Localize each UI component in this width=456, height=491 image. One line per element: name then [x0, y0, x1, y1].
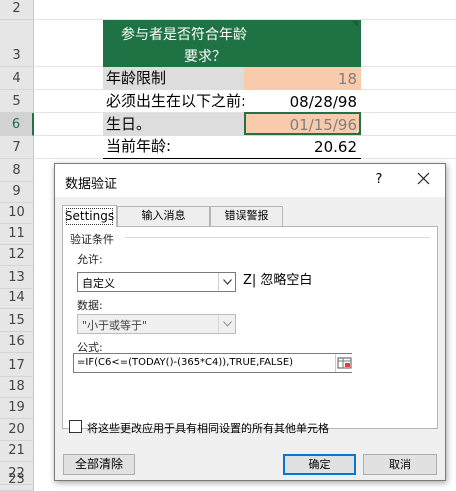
active-cell-selection[interactable] [244, 112, 361, 135]
title-cell[interactable]: 参与者是否符合年龄 要求？ [103, 20, 361, 67]
row-header[interactable]: 20 [0, 419, 34, 441]
ignore-blank-checkbox[interactable]: Z| 忽略空白 [243, 269, 312, 288]
formula-input[interactable]: =IF(C6<=(TODAY()-(365*C4)),TRUE,FALSE) [73, 353, 352, 373]
age-limit-value-cell[interactable]: 18 [244, 67, 361, 90]
chevron-down-icon [223, 279, 232, 285]
current-age-label-cell[interactable]: 当前年龄: [103, 136, 244, 159]
help-button[interactable]: ? [371, 172, 387, 187]
error-indicator [352, 21, 358, 27]
born-before-value-cell[interactable]: 08/28/98 [244, 90, 361, 113]
title-line-2: 要求？ [184, 49, 226, 65]
validation-criteria-label: 验证条件 [70, 233, 114, 246]
focus-ring [66, 208, 113, 225]
row-header[interactable]: 5 [0, 90, 34, 113]
ok-button[interactable]: 确定 [283, 454, 356, 475]
row-header[interactable]: 11 [0, 224, 34, 245]
close-button[interactable] [412, 168, 436, 190]
group-divider [125, 237, 430, 238]
tab-input-message[interactable]: 输入消息 [117, 206, 210, 226]
row-header[interactable]: 4 [0, 67, 34, 90]
checkbox-box[interactable] [69, 420, 82, 433]
range-selector-button[interactable] [335, 354, 352, 372]
tab-error-alert[interactable]: 错误警报 [210, 206, 283, 226]
cancel-button[interactable]: 取消 [363, 454, 437, 475]
settings-panel: 验证条件 允许: 自定义 Z| 忽略空白 数据: "小于或等于" 公式: [62, 226, 438, 429]
allow-dropdown-button[interactable] [218, 273, 235, 291]
row-header-active[interactable]: 6 [0, 113, 34, 136]
row-header[interactable]: 17 [0, 353, 34, 377]
clear-all-button[interactable]: 全部清除 [63, 454, 135, 475]
age-limit-label-cell[interactable]: 年龄限制 [103, 67, 244, 90]
data-validation-dialog: 数据验证 ? 验证条件 允许: 自定义 Z| 忽略空白 数据: "小于或等于" [54, 163, 446, 481]
allow-dropdown[interactable]: 自定义 [77, 272, 236, 292]
row-header[interactable]: 10 [0, 203, 34, 224]
data-dropdown-button[interactable] [218, 315, 235, 333]
row-header[interactable]: 18 [0, 377, 34, 398]
row-header[interactable]: 2 [0, 0, 34, 20]
born-before-label-cell[interactable]: 必须出生在以下之前: [103, 90, 244, 113]
chevron-down-icon [223, 321, 232, 327]
row-header[interactable]: 21 [0, 441, 34, 462]
row-header[interactable]: 23 [0, 472, 34, 491]
title-line-1: 参与者是否符合年龄 [121, 27, 247, 43]
row-header[interactable]: 12 [0, 245, 34, 266]
row-header[interactable]: 8 [0, 159, 34, 182]
close-icon [417, 172, 430, 185]
allow-label: 允许: [77, 253, 103, 266]
fill-handle[interactable] [357, 131, 359, 133]
data-dropdown[interactable]: "小于或等于" [77, 314, 236, 334]
row-header[interactable]: 15 [0, 309, 34, 332]
row-header[interactable]: 7 [0, 136, 34, 159]
range-select-icon [337, 357, 352, 369]
row-header[interactable]: 9 [0, 182, 34, 203]
birthday-label-cell[interactable]: 生日。 [103, 113, 244, 136]
dialog-titlebar[interactable]: 数据验证 ? [55, 164, 445, 197]
row-header[interactable]: 16 [0, 332, 34, 353]
data-label: 数据: [77, 299, 103, 312]
row-header[interactable]: 19 [0, 398, 34, 419]
tab-settings[interactable]: Settings [62, 205, 117, 227]
row-header[interactable]: 14 [0, 289, 34, 309]
row-header[interactable]: 3 [0, 20, 34, 67]
current-age-value-cell[interactable]: 20.62 [244, 136, 361, 159]
dialog-title: 数据验证 [65, 177, 118, 192]
row-header[interactable]: 13 [0, 266, 34, 289]
